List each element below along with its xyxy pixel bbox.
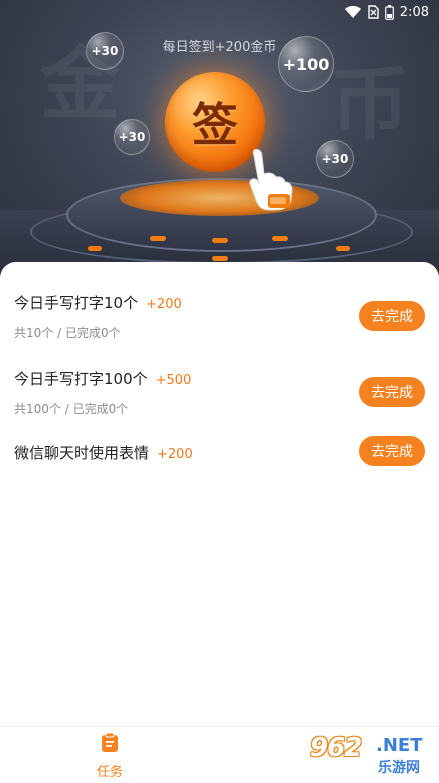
watermark-site: 乐游网 [378,760,420,776]
status-time: 2:08 [399,4,429,20]
task-reward: +500 [155,373,192,388]
task-icon [102,732,118,752]
battery-icon [384,4,394,20]
coin-bubble[interactable]: +100 [278,36,334,92]
pointing-hand-icon [249,148,293,211]
bg-decoration: 币 [330,57,410,151]
coin-bubble[interactable]: +30 [114,119,150,155]
task-item: 今日手写打字100个 +500 共100个 / 已完成0个 去完成 [14,364,425,424]
task-reward: +200 [157,447,193,462]
wifi-icon [344,6,361,18]
signin-banner: 金 币 每日签到+200金币 签 +30 +100 +30 +30 [0,0,439,280]
task-title: 微信聊天时使用表情 +200 [14,442,193,463]
task-title: 今日手写打字10个 +200 [14,292,182,313]
platform-light [336,246,350,251]
platform-light [88,246,102,251]
signin-reward-title: 每日签到+200金币 [162,40,277,55]
sign-label: 签 [192,98,238,152]
platform-light [212,256,228,261]
task-item: 今日手写打字10个 +200 共10个 / 已完成0个 去完成 [14,288,425,348]
tab-label: 任务 [96,765,123,780]
platform-light [272,236,288,241]
complete-task-button[interactable]: 去完成 [359,377,425,407]
task-list-card: 今日手写打字10个 +200 共10个 / 已完成0个 去完成 今日手写打字100… [0,262,439,732]
task-reward: +200 [146,297,182,312]
platform-light [150,236,166,241]
watermark-number: 962 [310,733,362,763]
task-title: 今日手写打字100个 +500 [14,368,191,389]
complete-task-button[interactable]: 去完成 [359,301,425,331]
coin-bubble[interactable]: +30 [316,140,354,178]
task-title-text: 今日手写打字100个 [14,370,148,388]
status-bar: 2:08 [0,0,439,24]
tab-tasks[interactable]: 任务 [70,732,150,780]
task-progress: 共100个 / 已完成0个 [14,402,129,416]
watermark-net: .NET [376,735,423,756]
site-watermark-logo: 962 .NET 乐游网 [310,733,435,777]
complete-task-button[interactable]: 去完成 [359,436,425,466]
task-title-text: 今日手写打字10个 [14,294,139,312]
task-item: 微信聊天时使用表情 +200 去完成 [14,436,425,476]
coin-bubble[interactable]: +30 [86,32,124,70]
sim-icon [368,5,379,19]
platform-light [212,238,228,243]
task-progress: 共10个 / 已完成0个 [14,326,121,340]
task-title-text: 微信聊天时使用表情 [14,444,150,462]
